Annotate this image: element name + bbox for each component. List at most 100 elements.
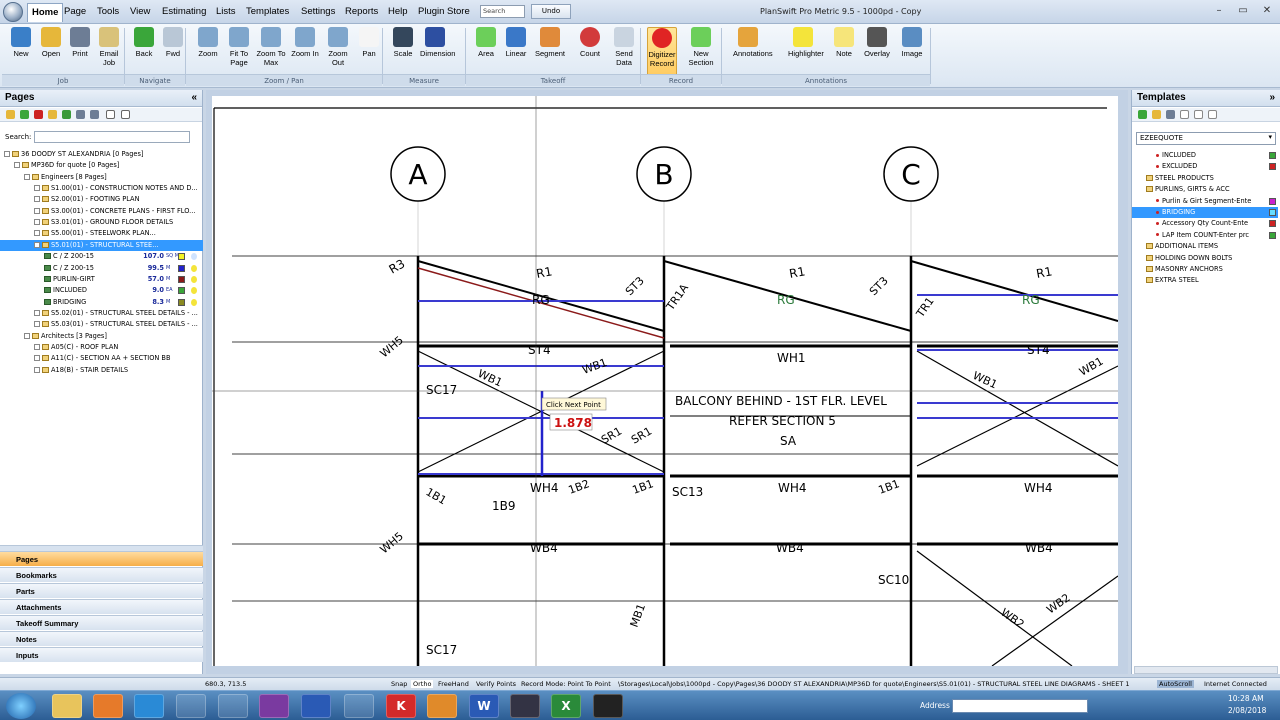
color-swatch[interactable] <box>178 298 185 306</box>
menu-settings[interactable]: Settings <box>301 6 335 17</box>
record-mode-status[interactable]: Record Mode: Point To Point <box>521 680 611 688</box>
address-input[interactable] <box>952 699 1088 713</box>
menu-help[interactable]: Help <box>388 6 408 17</box>
template-item[interactable]: Purlin & Girt Segment-Ente <box>1132 196 1278 207</box>
color-swatch[interactable] <box>178 287 185 295</box>
tree-item[interactable]: A18(B) - STAIR DETAILS <box>0 365 203 376</box>
pages-search-input[interactable] <box>34 131 190 143</box>
ortho-toggle[interactable]: Ortho <box>411 680 434 688</box>
application-orb-icon[interactable] <box>3 2 23 22</box>
expand-toggle-icon[interactable] <box>14 162 20 169</box>
nav-takeoff-summary[interactable]: Takeoff Summary <box>0 615 203 630</box>
tree-item[interactable]: S5.01(01) - STRUCTURAL STEE... <box>0 239 203 251</box>
tree-item[interactable]: Engineers [8 Pages] <box>0 172 203 183</box>
nav-notes[interactable]: Notes <box>0 631 203 646</box>
menu-tools[interactable]: Tools <box>97 6 119 17</box>
collapse-right-icon[interactable]: » <box>1269 92 1275 103</box>
collapse-all-icon[interactable] <box>121 110 130 119</box>
visibility-bulb-icon[interactable] <box>191 298 197 306</box>
camera-taskbar-icon[interactable] <box>593 694 623 718</box>
import-icon[interactable] <box>48 110 57 119</box>
expand-toggle-icon[interactable] <box>34 207 40 214</box>
app-taskbar-icon[interactable] <box>259 694 289 718</box>
add-page-icon[interactable] <box>20 110 29 119</box>
word-taskbar-icon[interactable]: W <box>469 694 499 718</box>
expand-toggle-icon[interactable] <box>34 230 40 237</box>
nav-parts[interactable]: Parts <box>0 583 203 598</box>
tree-item[interactable]: INCLUDED 9.0 EA <box>0 285 203 296</box>
menu-lists[interactable]: Lists <box>216 6 236 17</box>
refresh-icon[interactable] <box>62 110 71 119</box>
tree-item[interactable]: S2.00(01) - FOOTING PLAN <box>0 194 203 205</box>
template-dropdown[interactable]: EZEEQUOTE ▾ <box>1136 132 1276 145</box>
expand-toggle-icon[interactable] <box>24 173 30 180</box>
color-swatch[interactable] <box>1269 220 1276 228</box>
tree-item[interactable]: S3.01(01) - GROUND FLOOR DETAILS <box>0 217 203 228</box>
visibility-bulb-icon[interactable] <box>191 253 197 261</box>
tree-item[interactable]: S5.00(01) - STEELWORK PLAN... <box>0 228 203 239</box>
drawing-canvas[interactable]: A B C R3 R1 RG ST3 R1 RG ST3 TR1A R1 RG TR1 ST4 WH5 W… <box>206 90 1128 674</box>
tree-item[interactable]: S5.02(01) - STRUCTURAL STEEL DETAILS - .… <box>0 308 203 319</box>
nav-inputs[interactable]: Inputs <box>0 647 203 662</box>
structural-drawing[interactable]: A B C R3 R1RGST3R1RGST3TR1AR1RGTR1ST4WH5 W… <box>212 96 1119 667</box>
collapse-templates-icon[interactable] <box>1208 110 1217 119</box>
horizontal-scrollbar[interactable] <box>1134 666 1278 674</box>
properties-icon[interactable] <box>76 110 85 119</box>
expand-toggle-icon[interactable] <box>34 196 40 203</box>
template-item[interactable]: Accessory Qty Count-Ente <box>1132 218 1278 229</box>
color-swatch[interactable] <box>1269 197 1276 205</box>
expand-all-icon[interactable] <box>106 110 115 119</box>
expand-toggle-icon[interactable] <box>34 241 40 248</box>
new-item-icon[interactable] <box>1180 110 1189 119</box>
expand-toggle-icon[interactable] <box>34 309 40 316</box>
template-folder-icon[interactable] <box>1152 110 1161 119</box>
k-app-taskbar-icon[interactable]: K <box>386 694 416 718</box>
expand-toggle-icon[interactable] <box>34 185 40 192</box>
dropdown-arrow-icon[interactable]: ▾ <box>1268 133 1272 141</box>
tree-item[interactable]: 36 DOODY ST ALEXANDRIA [0 Pages] <box>0 149 203 160</box>
color-swatch[interactable] <box>178 275 185 283</box>
template-properties-icon[interactable] <box>1166 110 1175 119</box>
expand-toggle-icon[interactable] <box>34 355 40 362</box>
expand-toggle-icon[interactable] <box>4 151 10 157</box>
expand-toggle-icon[interactable] <box>34 366 40 373</box>
template-item[interactable]: MASONRY ANCHORS <box>1132 264 1278 275</box>
visibility-bulb-icon[interactable] <box>191 264 197 272</box>
nav-bookmarks[interactable]: Bookmarks <box>0 567 203 582</box>
nav-attachments[interactable]: Attachments <box>0 599 203 614</box>
template-item[interactable]: PURLINS, GIRTS & ACC <box>1132 184 1278 195</box>
excel-taskbar-icon[interactable]: X <box>551 694 581 718</box>
sort-icon[interactable] <box>90 110 99 119</box>
tools-taskbar-icon[interactable] <box>218 694 248 718</box>
menu-estimating[interactable]: Estimating <box>162 6 206 17</box>
template-item[interactable]: INCLUDED <box>1132 150 1278 161</box>
tree-item[interactable]: C / Z 200-15 107.0 SQ M <box>0 251 203 262</box>
expand-toggle-icon[interactable] <box>24 332 30 339</box>
tree-item[interactable]: S3.00(01) - CONCRETE PLANS - FIRST FLO..… <box>0 206 203 217</box>
globe-taskbar-icon[interactable] <box>301 694 331 718</box>
menu-reports[interactable]: Reports <box>345 6 378 17</box>
expand-toggle-icon[interactable] <box>34 343 40 350</box>
tree-item[interactable]: Architects [3 Pages] <box>0 331 203 342</box>
minimize-icon[interactable]: – <box>1208 4 1230 18</box>
template-item[interactable]: BRIDGING <box>1132 207 1278 218</box>
template-item[interactable]: EXTRA STEEL <box>1132 275 1278 286</box>
color-swatch[interactable] <box>1269 231 1276 239</box>
tree-item[interactable]: S5.03(01) - STRUCTURAL STEEL DETAILS - .… <box>0 319 203 330</box>
menu-home[interactable]: Home <box>27 3 64 22</box>
explorer-taskbar-icon[interactable] <box>52 694 82 718</box>
search-input[interactable]: Search <box>480 5 525 18</box>
close-icon[interactable]: ✕ <box>1256 4 1278 18</box>
outlook-taskbar-icon[interactable] <box>427 694 457 718</box>
color-swatch[interactable] <box>178 253 185 261</box>
maximize-icon[interactable]: ▭ <box>1232 4 1254 18</box>
delete-icon[interactable] <box>34 110 43 119</box>
folder-icon[interactable] <box>6 110 15 119</box>
menu-templates[interactable]: Templates <box>246 6 289 17</box>
menu-view[interactable]: View <box>130 6 150 17</box>
drawing-sheet[interactable]: A B C R3 R1 RG ST3 R1 RG ST3 TR1A R1 RG TR1 ST4 WH5 W… <box>212 96 1119 667</box>
color-swatch[interactable] <box>1269 209 1276 216</box>
expand-templates-icon[interactable] <box>1194 110 1203 119</box>
color-swatch[interactable] <box>1269 163 1276 171</box>
tree-item[interactable]: PURLIN-GIRT 57.0 M <box>0 274 203 285</box>
